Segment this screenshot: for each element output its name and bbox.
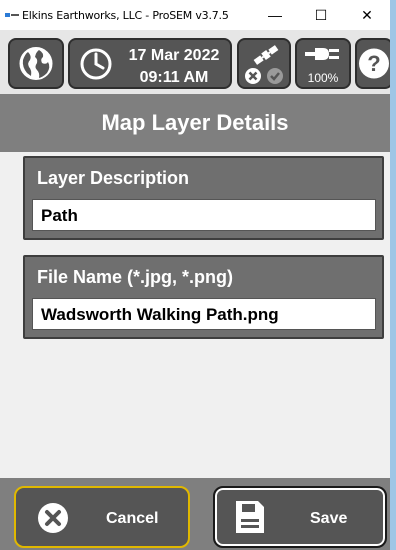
save-icon: [236, 501, 264, 533]
error-icon: [245, 68, 261, 84]
close-button[interactable]: ✕: [344, 0, 390, 30]
maximize-button[interactable]: ☐: [298, 0, 344, 30]
current-time: 09:11 AM: [139, 69, 209, 86]
current-date: 17 Mar 2022: [128, 47, 220, 64]
datetime-button[interactable]: 17 Mar 2022 09:11 AM: [68, 38, 232, 89]
satellite-icon: [253, 45, 279, 65]
layer-description-group: Layer Description Path: [23, 156, 384, 240]
check-icon: [267, 68, 283, 84]
cancel-label: Cancel: [106, 510, 159, 527]
file-name-group: File Name (*.jpg, *.png) Wadsworth Walki…: [23, 255, 384, 339]
app-window: Elkins Earthworks, LLC - ProSEM v3.7.5 —…: [0, 0, 390, 550]
window-title: Elkins Earthworks, LLC - ProSEM v3.7.5: [22, 9, 229, 22]
layer-description-input[interactable]: Path: [32, 199, 376, 231]
svg-text:?: ?: [367, 51, 380, 76]
file-name-input[interactable]: Wadsworth Walking Path.png: [32, 298, 376, 330]
gps-status-button[interactable]: [237, 38, 291, 89]
map-button[interactable]: [8, 38, 64, 89]
save-label: Save: [310, 510, 348, 527]
globe-icon: [19, 47, 53, 80]
power-status-button[interactable]: 100%: [295, 38, 351, 89]
layer-description-label: Layer Description: [37, 168, 190, 188]
file-name-label: File Name (*.jpg, *.png): [37, 267, 234, 287]
power-plug-icon: [305, 48, 339, 60]
clock-icon: [80, 48, 112, 80]
help-icon: ?: [359, 48, 389, 79]
cancel-icon: [38, 503, 68, 533]
help-button[interactable]: ?: [355, 38, 390, 89]
cancel-button[interactable]: Cancel: [14, 486, 190, 548]
app-icon: [5, 13, 19, 17]
page-header: Map Layer Details: [0, 94, 390, 152]
battery-level: 100%: [307, 71, 339, 85]
save-button[interactable]: Save: [213, 486, 387, 548]
title-bar: Elkins Earthworks, LLC - ProSEM v3.7.5 —…: [0, 0, 390, 30]
minimize-button[interactable]: —: [252, 0, 298, 30]
page-title: Map Layer Details: [101, 110, 289, 135]
toolbar: 17 Mar 2022 09:11 AM 100% ?: [0, 30, 390, 94]
